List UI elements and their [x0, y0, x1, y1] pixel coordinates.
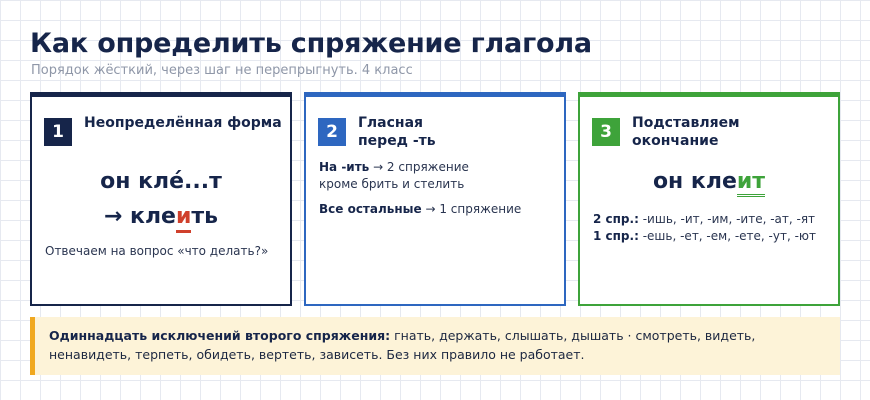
endings-values: -ишь, -ит, -им, -ите, -ат, -ят [638, 212, 816, 226]
highlighted-ending: ит [736, 169, 766, 197]
word-stem: он кле [652, 169, 737, 194]
rule-text: → 2 спряжение [369, 160, 469, 174]
endings-label: 1 спр.: [593, 229, 639, 243]
endings-second: 2 спр.: -ишь, -ит, -им, -ите, -ат, -ят [593, 211, 833, 228]
step-title: Подставляем окончание [632, 115, 740, 149]
exceptions-banner: Одиннадцать исключений второго спряжения… [30, 317, 840, 375]
infinitive-prefix: → кле [103, 204, 176, 229]
rule-second-conjugation: На -ить → 2 спряжение кроме брить и стел… [319, 159, 559, 193]
step-note: Отвечаем на вопрос «что делать?» [45, 244, 269, 258]
rule-text: → 1 спряжение [421, 202, 522, 216]
infinitive-suffix: ть [191, 204, 219, 229]
step-card-2: 2 Гласная перед -ть На -ить → 2 спряжени… [304, 92, 566, 306]
rule-exception: кроме брить и стелить [319, 177, 465, 191]
example-word-infinitive: → клеить [32, 204, 290, 233]
banner-heading: Одиннадцать исключений второго спряжения… [49, 328, 391, 343]
step-title: Неопределённая форма [84, 115, 282, 131]
example-word-ending: он клеит [580, 169, 838, 197]
step-card-3: 3 Подставляем окончание он клеит 2 спр.:… [578, 92, 840, 306]
example-word-stressed: он кле́...т [100, 169, 222, 194]
highlighted-vowel: и [175, 204, 192, 233]
step-number-badge: 2 [318, 118, 346, 146]
step-card-1: 1 Неопределённая форма он кле́...т → кле… [30, 92, 292, 306]
endings-first: 1 спр.: -ешь, -ет, -ем, -ете, -ут, -ют [593, 228, 833, 245]
page-title: Как определить спряжение глагола [30, 28, 592, 59]
endings-label: 2 спр.: [593, 212, 639, 226]
endings-list: 2 спр.: -ишь, -ит, -им, -ите, -ат, -ят 1… [593, 211, 833, 245]
rule-first-conjugation: Все остальные → 1 спряжение [319, 201, 559, 218]
rule-bold: Все остальные [319, 202, 422, 216]
rule-bold: На -ить [319, 160, 370, 174]
step-title: Гласная перед -ть [358, 115, 436, 149]
step-number-badge: 3 [592, 118, 620, 146]
endings-values: -ешь, -ет, -ем, -ете, -ут, -ют [638, 229, 817, 243]
step-number-badge: 1 [44, 118, 72, 146]
page-subtitle: Порядок жёсткий, через шаг не перепрыгну… [31, 63, 413, 78]
